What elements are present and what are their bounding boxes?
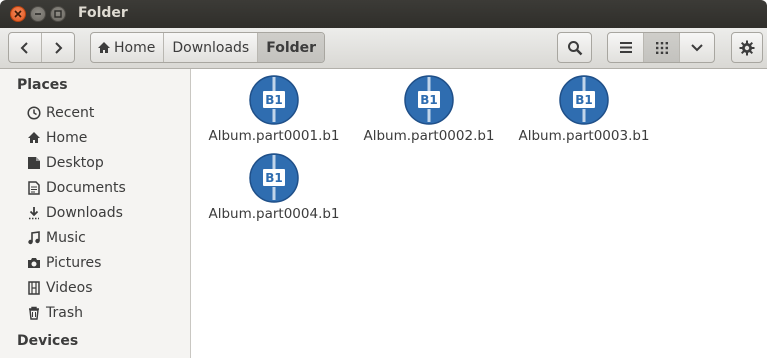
breadcrumb-current[interactable]: Folder <box>258 33 325 62</box>
breadcrumb-downloads[interactable]: Downloads <box>164 33 259 62</box>
sidebar: Places Recent Home Desktop Documents Dow… <box>0 69 191 358</box>
sidebar-item-pictures[interactable]: Pictures <box>0 250 190 275</box>
svg-text:B1: B1 <box>575 93 593 107</box>
back-button[interactable] <box>9 33 42 62</box>
file-item[interactable]: B1 Album.part0002.b1 <box>354 75 504 144</box>
home-icon <box>98 42 110 53</box>
places-heading: Places <box>17 77 68 93</box>
window-title: Folder <box>78 5 128 21</box>
archive-file-icon: B1 <box>404 75 454 125</box>
archive-file-icon: B1 <box>559 75 609 125</box>
sidebar-item-documents[interactable]: Documents <box>0 175 190 200</box>
forward-button[interactable] <box>42 33 74 62</box>
minimize-icon <box>35 13 41 15</box>
sidebar-item-label: Downloads <box>46 204 123 221</box>
music-icon <box>26 230 42 246</box>
grid-view-icon <box>655 41 668 54</box>
settings-button[interactable] <box>732 33 762 62</box>
sidebar-item-videos[interactable]: Videos <box>0 275 190 300</box>
svg-text:B1: B1 <box>265 93 283 107</box>
camera-icon <box>26 255 42 271</box>
sidebar-item-label: Trash <box>46 304 83 321</box>
svg-text:B1: B1 <box>420 93 438 107</box>
minimize-window-button[interactable] <box>30 6 46 22</box>
film-icon <box>26 280 42 296</box>
sidebar-item-label: Videos <box>46 279 93 296</box>
file-name: Album.part0002.b1 <box>363 128 495 144</box>
chevron-right-icon <box>55 41 63 54</box>
close-icon <box>14 10 22 18</box>
view-options-button[interactable] <box>680 33 714 62</box>
sidebar-item-label: Documents <box>46 179 126 196</box>
chevron-down-icon <box>691 43 703 51</box>
maximize-icon <box>54 10 62 18</box>
svg-text:B1: B1 <box>265 171 283 185</box>
trash-icon <box>26 305 42 321</box>
sidebar-item-label: Recent <box>46 104 95 121</box>
history-buttons <box>8 32 75 63</box>
file-name: Album.part0001.b1 <box>208 128 340 144</box>
gear-icon <box>739 40 755 55</box>
settings-group <box>731 32 763 63</box>
sidebar-item-desktop[interactable]: Desktop <box>0 150 190 175</box>
home-icon <box>26 130 42 146</box>
clock-icon <box>26 105 42 121</box>
file-item[interactable]: B1 Album.part0001.b1 <box>199 75 349 144</box>
search-button[interactable] <box>558 33 591 62</box>
file-item[interactable]: B1 Album.part0004.b1 <box>199 153 349 222</box>
chevron-left-icon <box>20 41 28 54</box>
archive-file-icon: B1 <box>249 75 299 125</box>
breadcrumb: Home Downloads Folder <box>90 32 326 63</box>
breadcrumb-home[interactable]: Home <box>91 33 165 62</box>
sidebar-item-music[interactable]: Music <box>0 225 190 250</box>
sidebar-item-label: Desktop <box>46 154 104 171</box>
sidebar-item-recent[interactable]: Recent <box>0 100 190 125</box>
devices-heading: Devices <box>17 333 79 349</box>
sidebar-item-trash[interactable]: Trash <box>0 300 190 325</box>
list-view-icon <box>619 42 632 53</box>
sidebar-item-label: Pictures <box>46 254 102 271</box>
documents-icon <box>26 180 42 196</box>
view-switcher <box>607 32 715 63</box>
sidebar-item-home[interactable]: Home <box>0 125 190 150</box>
sidebar-item-downloads[interactable]: Downloads <box>0 200 190 225</box>
downloads-icon <box>26 205 42 221</box>
archive-file-icon: B1 <box>249 153 299 203</box>
grid-view-button[interactable] <box>644 33 680 62</box>
sidebar-item-label: Music <box>46 229 86 246</box>
search-group <box>557 32 592 63</box>
toolbar: Home Downloads Folder <box>0 28 767 69</box>
file-name: Album.part0003.b1 <box>518 128 650 144</box>
desktop-icon <box>26 155 42 171</box>
file-item[interactable]: B1 Album.part0003.b1 <box>509 75 659 144</box>
maximize-window-button[interactable] <box>50 6 66 22</box>
title-bar: Folder <box>0 0 767 28</box>
search-icon <box>567 40 582 55</box>
file-name: Album.part0004.b1 <box>208 206 340 222</box>
close-window-button[interactable] <box>10 6 26 22</box>
sidebar-item-label: Home <box>46 129 88 146</box>
list-view-button[interactable] <box>608 33 644 62</box>
breadcrumb-home-label: Home <box>114 39 156 56</box>
